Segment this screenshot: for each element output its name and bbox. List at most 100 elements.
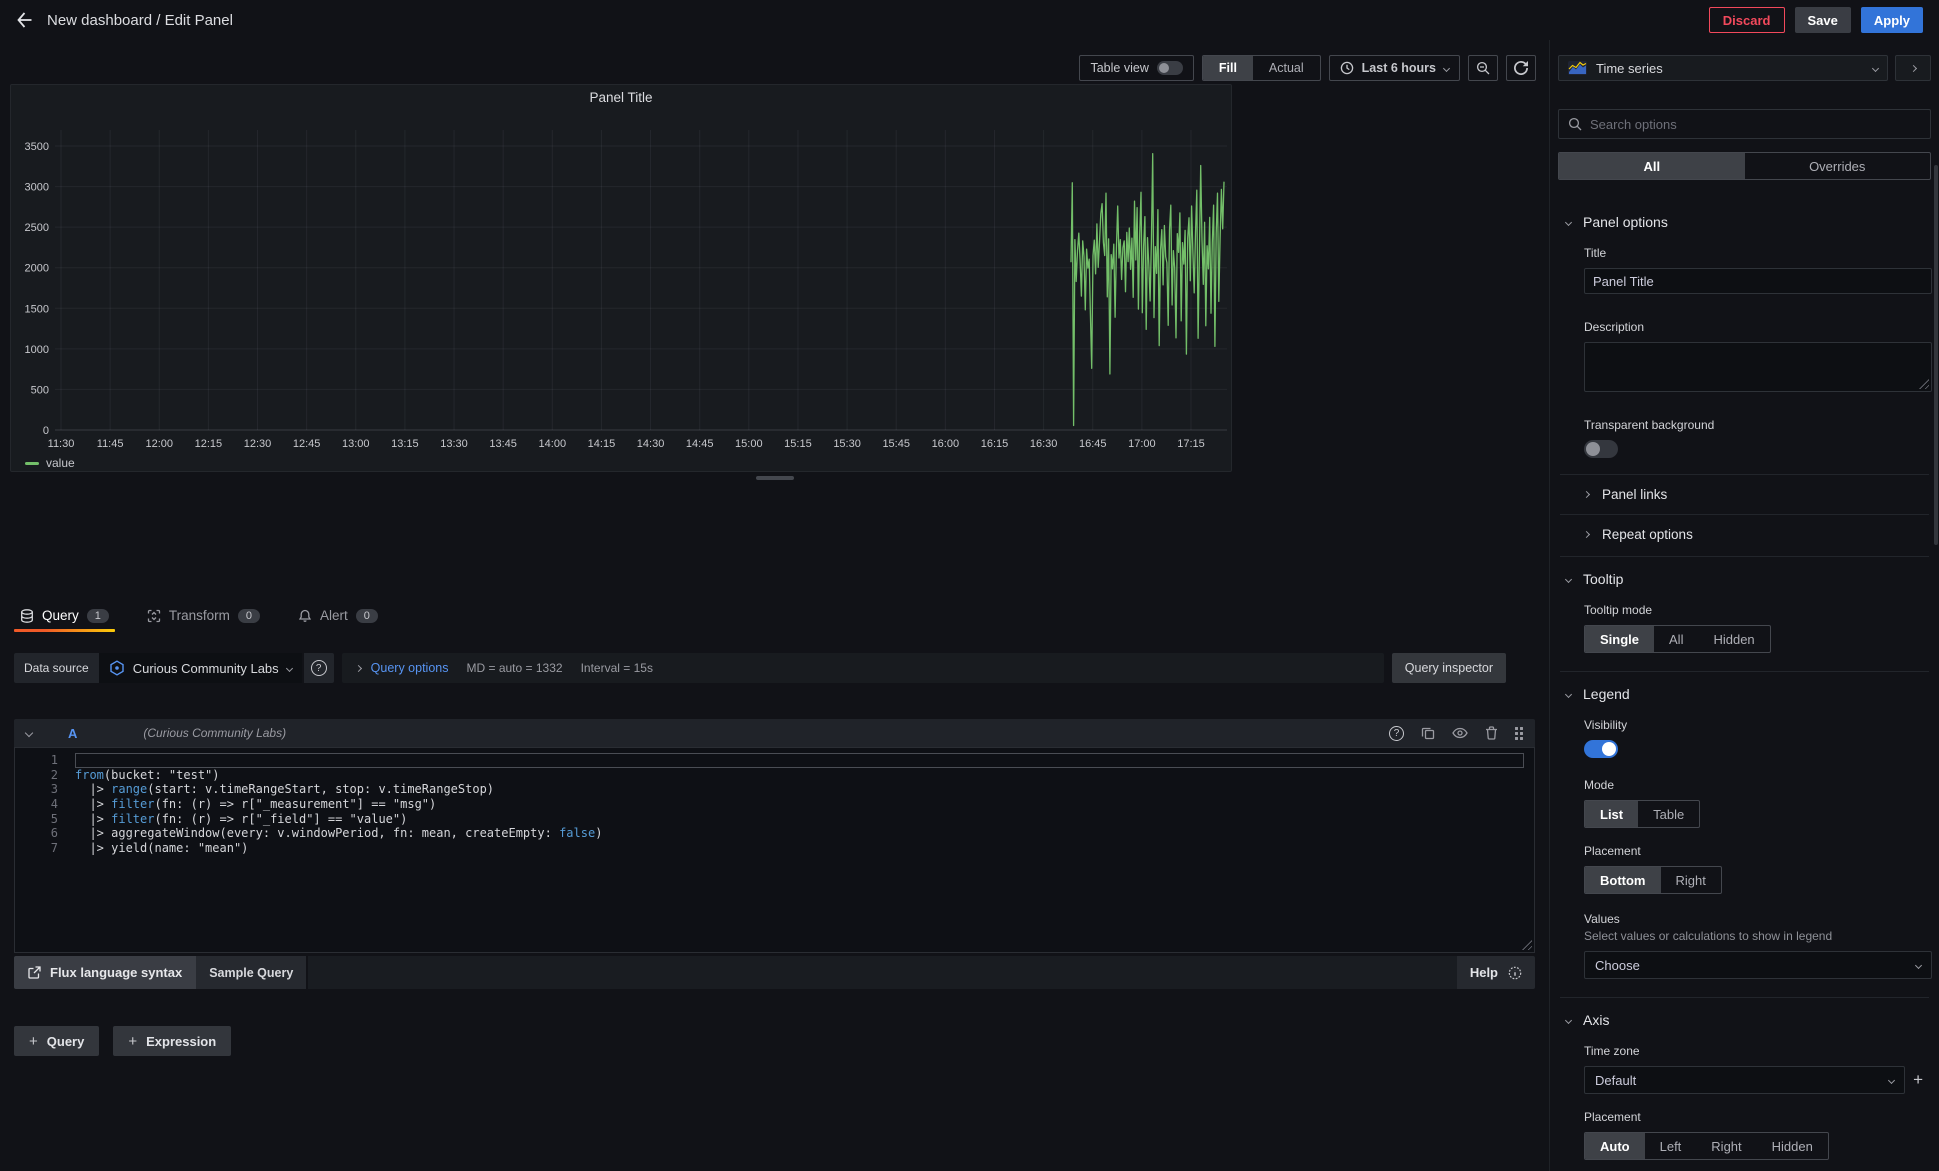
description-textarea[interactable]: [1584, 342, 1932, 392]
description-field-label: Description: [1584, 320, 1923, 334]
section-legend[interactable]: Legend: [1558, 686, 1931, 702]
datasource-picker[interactable]: Curious Community Labs: [99, 653, 302, 683]
refresh-button[interactable]: [1506, 55, 1536, 81]
pane-split-handle[interactable]: [756, 476, 794, 480]
svg-text:16:00: 16:00: [932, 438, 960, 450]
tooltip-mode-group-option-single[interactable]: Single: [1585, 626, 1654, 652]
options-filter-group-option-all[interactable]: All: [1559, 153, 1745, 179]
panel-title-input[interactable]: [1584, 268, 1932, 294]
table-view-switch[interactable]: [1157, 61, 1183, 75]
chevron-down-icon: [1443, 64, 1450, 71]
transparent-background-label: Transparent background: [1584, 418, 1923, 432]
chevron-down-icon: [1565, 218, 1572, 225]
svg-text:16:45: 16:45: [1079, 438, 1107, 450]
axis-placement-group-option-auto[interactable]: Auto: [1585, 1133, 1645, 1159]
tab-transform[interactable]: Transform 0: [141, 608, 266, 632]
options-search-input[interactable]: [1590, 117, 1921, 132]
legend-item-value[interactable]: value: [11, 455, 1231, 471]
chevron-down-icon: [1915, 961, 1922, 968]
axis-placement-group-option-left[interactable]: Left: [1645, 1133, 1697, 1159]
collapse-query-icon[interactable]: [25, 729, 33, 737]
repeat-options-section[interactable]: Repeat options: [1558, 527, 1931, 542]
collapse-sidebar-button[interactable]: [1895, 55, 1931, 81]
code-lines[interactable]: from(bucket: "test") |> range(start: v.t…: [75, 753, 1534, 952]
time-range-picker[interactable]: Last 6 hours: [1329, 55, 1460, 81]
panel-title[interactable]: Panel Title: [11, 85, 1231, 110]
textarea-resize-grip[interactable]: [1919, 379, 1929, 389]
section-panel-options[interactable]: Panel options: [1558, 214, 1931, 230]
add-expression-button[interactable]: + Expression: [113, 1026, 231, 1056]
datasource-row: Data source Curious Community Labs ? Que…: [14, 653, 1535, 683]
save-button[interactable]: Save: [1795, 7, 1851, 33]
zoom-out-button[interactable]: [1468, 55, 1498, 81]
tooltip-mode-group-option-hidden[interactable]: Hidden: [1698, 626, 1769, 652]
svg-text:15:15: 15:15: [784, 438, 812, 450]
legend-placement-group-option-right[interactable]: Right: [1661, 867, 1721, 893]
trash-icon: [1485, 726, 1498, 740]
section-axis[interactable]: Axis: [1558, 1012, 1931, 1028]
back-button[interactable]: [16, 12, 33, 28]
fill-actual-group-option-fill[interactable]: Fill: [1203, 56, 1253, 80]
apply-button[interactable]: Apply: [1861, 7, 1923, 33]
legend-mode-group-option-list[interactable]: List: [1585, 801, 1638, 827]
query-options-toggle[interactable]: Query options: [356, 661, 449, 675]
transparent-background-toggle[interactable]: [1584, 440, 1618, 458]
datasource-help-button[interactable]: ?: [304, 653, 334, 683]
hide-query-button[interactable]: [1452, 726, 1468, 740]
add-query-button[interactable]: + Query: [14, 1026, 99, 1056]
svg-text:12:00: 12:00: [145, 438, 173, 450]
axis-placement-group-option-right[interactable]: Right: [1696, 1133, 1756, 1159]
drag-handle-icon[interactable]: [1515, 727, 1523, 740]
code-line[interactable]: |> range(start: v.timeRangeStart, stop: …: [75, 782, 1524, 797]
panel-preview: Panel Title 0500100015002000250030003500…: [10, 84, 1232, 472]
tab-query[interactable]: Query 1: [14, 608, 115, 632]
refresh-icon: [1514, 61, 1528, 75]
code-line[interactable]: |> filter(fn: (r) => r["_field"] == "val…: [75, 812, 1524, 827]
tab-alert[interactable]: Alert 0: [292, 608, 384, 632]
legend-placement-group-option-bottom[interactable]: Bottom: [1585, 867, 1661, 893]
chevron-right-icon: [1583, 491, 1590, 498]
section-tooltip[interactable]: Tooltip: [1558, 571, 1931, 587]
panel-links-section[interactable]: Panel links: [1558, 487, 1931, 502]
code-line[interactable]: from(bucket: "test"): [75, 768, 1524, 783]
options-filter-group-option-overrides[interactable]: Overrides: [1745, 153, 1931, 179]
legend-visibility-toggle[interactable]: [1584, 740, 1618, 758]
flux-syntax-button[interactable]: Flux language syntax: [14, 956, 196, 989]
fill-actual-group-option-actual[interactable]: Actual: [1253, 56, 1320, 80]
options-search[interactable]: [1558, 109, 1931, 139]
help-button[interactable]: Help: [1457, 956, 1535, 989]
plus-icon: +: [29, 1033, 38, 1050]
code-line[interactable]: |> aggregateWindow(every: v.windowPeriod…: [75, 826, 1524, 841]
discard-button[interactable]: Discard: [1709, 7, 1785, 33]
axis-placement-group-option-hidden[interactable]: Hidden: [1757, 1133, 1828, 1159]
legend-values-label: Values: [1584, 912, 1923, 926]
chevron-right-icon: [1909, 64, 1916, 71]
table-view-toggle[interactable]: Table view: [1079, 55, 1193, 81]
add-timezone-button[interactable]: +: [1913, 1070, 1923, 1090]
code-line-number: 2: [15, 768, 58, 783]
panel-chart[interactable]: 050010001500200025003000350011:3011:4512…: [11, 110, 1231, 455]
delete-query-button[interactable]: [1485, 726, 1498, 740]
code-line-number: 3: [15, 782, 58, 797]
timezone-select[interactable]: Default: [1584, 1066, 1905, 1094]
code-line[interactable]: [75, 753, 1524, 768]
timezone-label: Time zone: [1584, 1044, 1923, 1058]
code-line[interactable]: |> filter(fn: (r) => r["_measurement"] =…: [75, 797, 1524, 812]
tooltip-mode-group-option-all[interactable]: All: [1654, 626, 1698, 652]
timezone-value: Default: [1595, 1073, 1636, 1088]
add-expression-label: Expression: [146, 1034, 216, 1049]
query-editor-header[interactable]: A (Curious Community Labs) ?: [14, 719, 1535, 747]
query-inspector-button[interactable]: Query inspector: [1392, 653, 1506, 683]
flux-code-editor[interactable]: 1234567 from(bucket: "test") |> range(st…: [14, 747, 1535, 953]
legend-mode-group-option-table[interactable]: Table: [1638, 801, 1699, 827]
code-line[interactable]: |> yield(name: "mean"): [75, 841, 1524, 856]
viz-type-select[interactable]: Time series: [1558, 55, 1888, 81]
legend-values-select[interactable]: Choose: [1584, 951, 1932, 979]
sample-query-button[interactable]: Sample Query: [196, 956, 306, 989]
svg-text:13:00: 13:00: [342, 438, 370, 450]
duplicate-query-button[interactable]: [1421, 726, 1435, 740]
sidebar-scrollbar[interactable]: [1934, 165, 1938, 545]
query-help-button[interactable]: ?: [1389, 726, 1404, 741]
code-line-number: 4: [15, 797, 58, 812]
options-filter-group: AllOverrides: [1558, 152, 1931, 180]
